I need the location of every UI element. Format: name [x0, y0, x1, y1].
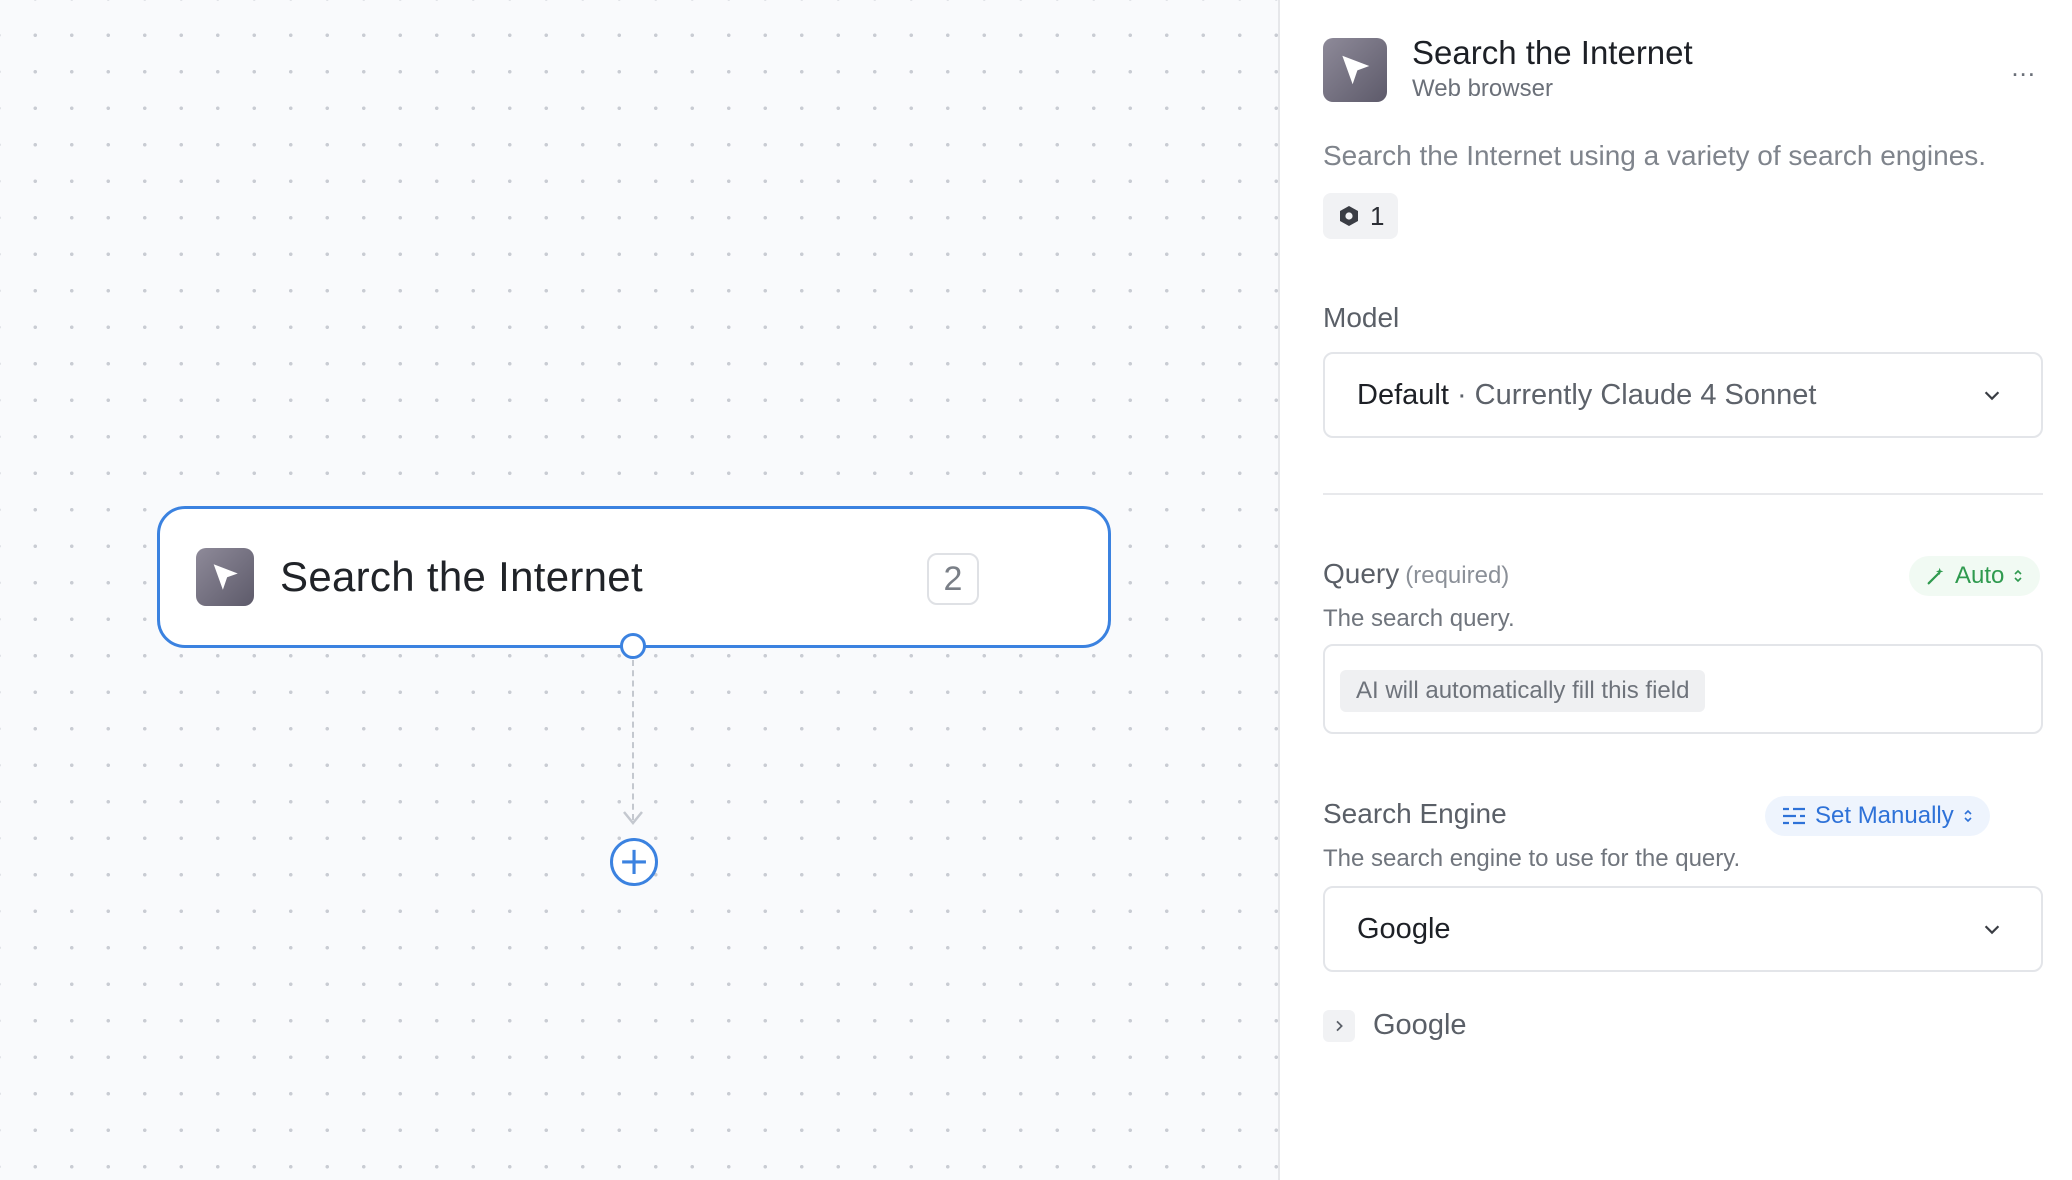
workflow-node[interactable]: Search the Internet 2 — [157, 506, 1111, 648]
search-engine-select[interactable]: Google — [1323, 886, 2043, 972]
search-engine-selected-value: Google — [1357, 912, 1451, 945]
model-label: Model — [1323, 302, 1400, 333]
add-step-button[interactable]: + — [610, 838, 658, 886]
search-engine-mode-toggle[interactable]: Set Manually — [1765, 796, 1990, 836]
query-mode-label: Auto — [1955, 562, 2005, 589]
usage-badge: 1 — [1323, 193, 1399, 239]
panel-subtitle: Web browser — [1412, 75, 1553, 102]
search-engine-label: Search Engine — [1323, 798, 1507, 829]
query-placeholder-chip: AI will automatically fill this field — [1340, 670, 1706, 712]
chevron-updown-icon — [1964, 809, 1972, 823]
search-engine-hint: The search engine to use for the query. — [1323, 845, 1741, 872]
node-output-handle[interactable] — [620, 633, 646, 659]
query-label: Query (required) — [1323, 558, 1510, 589]
search-engine-expander[interactable]: Google — [1323, 1009, 1467, 1042]
query-mode-toggle[interactable]: Auto — [1909, 556, 2041, 596]
paper-plane-icon — [1323, 38, 1387, 102]
search-engine-mode-label: Set Manually — [1815, 802, 1954, 829]
usage-count: 1 — [1370, 200, 1385, 231]
required-tag: (required) — [1405, 562, 1510, 589]
chevron-updown-icon — [2014, 569, 2022, 583]
chevron-down-icon — [1984, 391, 2000, 401]
edge-line — [632, 660, 634, 820]
list-settings-icon — [1783, 807, 1805, 825]
model-selected-value: Default — [1357, 378, 1449, 411]
panel-header: Search the Internet Web browser — [1323, 34, 1693, 103]
hexagon-icon — [1340, 206, 1358, 226]
panel-description: Search the Internet using a variety of s… — [1323, 140, 1987, 171]
model-selected-detail: · Currently Claude 4 Sonnet — [1448, 378, 1817, 411]
model-select[interactable]: Default · Currently Claude 4 Sonnet — [1323, 352, 2043, 438]
magic-wand-icon — [1927, 567, 1944, 585]
node-title: Search the Internet — [280, 553, 643, 600]
chevron-right-icon — [1336, 1020, 1343, 1031]
query-hint: The search query. — [1323, 605, 1515, 632]
section-divider — [1323, 493, 2043, 495]
more-options-button[interactable]: ... — [2011, 52, 2036, 83]
chevron-down-icon — [1984, 925, 2000, 935]
panel-title: Search the Internet — [1412, 34, 1693, 71]
step-config-panel: Search the Internet Web browser ... Sear… — [1282, 0, 2072, 1180]
expander-label: Google — [1373, 1009, 1467, 1041]
edge-arrow-icon — [623, 811, 643, 825]
workflow-canvas[interactable]: Search the Internet 2 + — [0, 0, 1280, 1180]
expand-toggle-button[interactable] — [1323, 1009, 1355, 1042]
node-step-badge: 2 — [927, 553, 979, 605]
query-input[interactable]: AI will automatically fill this field — [1323, 644, 2043, 734]
paper-plane-icon — [196, 548, 254, 606]
